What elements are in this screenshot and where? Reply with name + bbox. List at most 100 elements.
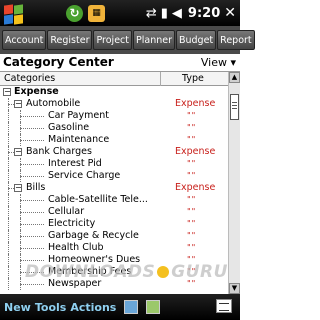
tree-line xyxy=(8,122,9,134)
tree-item-row[interactable]: Garbage & Recycle "" xyxy=(0,230,228,242)
column-divider[interactable] xyxy=(160,72,161,86)
page-title: Category Center xyxy=(3,55,114,69)
tree-line xyxy=(20,176,44,177)
new-menu[interactable]: New xyxy=(4,301,31,314)
collapse-toggle-icon[interactable]: − xyxy=(14,184,22,192)
watermark-dot-icon xyxy=(157,266,170,278)
watermark: DOWNLOADS GURU xyxy=(25,262,228,282)
category-type: Expense xyxy=(175,146,216,157)
scroll-thumb[interactable] xyxy=(230,94,239,120)
category-type: Expense xyxy=(175,182,216,193)
watermark-right-text: GURU xyxy=(171,262,228,282)
collapse-toggle-icon[interactable]: − xyxy=(3,88,11,96)
tree-line xyxy=(8,230,9,242)
tree-item-row[interactable]: Cellular "" xyxy=(0,206,228,218)
category-type: "" xyxy=(187,219,197,228)
tab-register[interactable]: Register xyxy=(47,30,93,50)
tree-line xyxy=(20,248,44,249)
tree-line xyxy=(8,134,9,146)
sync-icon[interactable]: ↻ xyxy=(66,4,83,22)
column-categories[interactable]: Categories xyxy=(4,73,55,84)
category-label: Automobile xyxy=(26,98,81,109)
category-type: "" xyxy=(187,123,197,132)
tree-item-row[interactable]: Car Payment "" xyxy=(0,110,228,122)
tools-menu[interactable]: Tools xyxy=(35,301,66,314)
collapse-toggle-icon[interactable]: − xyxy=(14,100,22,108)
category-label: Electricity xyxy=(48,218,96,229)
category-type: "" xyxy=(187,111,197,120)
tree-item-row[interactable]: Health Club "" xyxy=(0,242,228,254)
tab-report[interactable]: Report xyxy=(217,30,255,50)
volume-icon[interactable]: ◀ xyxy=(172,6,182,21)
category-type: Expense xyxy=(175,98,216,109)
tab-project[interactable]: Project xyxy=(93,30,132,50)
tree-line xyxy=(8,194,9,206)
category-label: Car Payment xyxy=(48,110,109,121)
menu-bar: New Tools Actions xyxy=(0,294,240,320)
category-label: Bills xyxy=(26,182,46,193)
tree-item-row[interactable]: Service Charge "" xyxy=(0,170,228,182)
category-type: "" xyxy=(187,171,197,180)
tree-item-row[interactable]: Interest Pid "" xyxy=(0,158,228,170)
toolbar-search-icon[interactable] xyxy=(146,300,161,314)
tab-planner[interactable]: Planner xyxy=(133,30,175,50)
tree-line xyxy=(20,140,44,141)
header: Category Center View ▾ xyxy=(0,54,240,72)
column-type[interactable]: Type xyxy=(182,73,204,84)
tree-group-row[interactable]: − Bank Charges Expense xyxy=(0,146,228,158)
tree-line xyxy=(20,116,44,117)
collapse-toggle-icon[interactable]: − xyxy=(14,148,22,156)
scroll-down-button[interactable]: ▼ xyxy=(229,283,240,294)
actions-menu[interactable]: Actions xyxy=(70,301,116,314)
category-label: Interest Pid xyxy=(48,158,102,169)
tab-budget[interactable]: Budget xyxy=(175,30,217,50)
tree-item-row[interactable]: Gasoline "" xyxy=(0,122,228,134)
signal-icon[interactable]: ▮ xyxy=(161,6,168,21)
tree-line xyxy=(20,224,44,225)
tree-group-row[interactable]: − Bills Expense xyxy=(0,182,228,194)
tree-line xyxy=(8,218,9,230)
tree-line xyxy=(8,206,9,218)
category-label: Cable-Satellite Tele... xyxy=(48,194,148,205)
keyboard-icon[interactable] xyxy=(216,299,232,313)
category-label: Cellular xyxy=(48,206,85,217)
clock[interactable]: 9:20 xyxy=(188,6,220,21)
view-menu[interactable]: View ▾ xyxy=(201,56,236,69)
vertical-scrollbar[interactable]: ▲ ▼ xyxy=(228,72,240,294)
toolbar-edit-icon[interactable] xyxy=(124,300,139,314)
tree-line xyxy=(20,200,44,201)
status-bar: ↻ ▦ ⇄ ▮ ◀ 9:20 ✕ xyxy=(0,0,240,26)
tree-line xyxy=(20,284,44,285)
tree-item-row[interactable]: Cable-Satellite Tele... "" xyxy=(0,194,228,206)
watermark-left-text: DOWNLOADS xyxy=(25,262,156,282)
category-label: Service Charge xyxy=(48,170,121,181)
column-header: Categories Type xyxy=(0,72,228,86)
category-label: Maintenance xyxy=(48,134,110,145)
chevron-down-icon: ▾ xyxy=(230,56,236,69)
tree-item-row[interactable]: Electricity "" xyxy=(0,218,228,230)
category-label: Bank Charges xyxy=(26,146,92,157)
tab-account[interactable]: Account xyxy=(2,30,47,50)
tree-line xyxy=(8,266,9,278)
connectivity-icon[interactable]: ⇄ xyxy=(146,6,157,21)
scroll-up-button[interactable]: ▲ xyxy=(229,72,240,83)
tree-line xyxy=(20,212,44,213)
calendar-icon[interactable]: ▦ xyxy=(88,4,105,22)
tree-line xyxy=(20,164,44,165)
tree-line xyxy=(8,170,9,182)
tree-root-row[interactable]: − Expense xyxy=(0,86,228,98)
category-label: Expense xyxy=(14,86,59,97)
category-type: "" xyxy=(187,231,197,240)
tree-item-row[interactable]: Maintenance "" xyxy=(0,134,228,146)
tree-line xyxy=(8,158,9,170)
tree-line xyxy=(8,278,9,290)
close-icon[interactable]: ✕ xyxy=(224,5,236,21)
category-type: "" xyxy=(187,243,197,252)
category-type: "" xyxy=(187,195,197,204)
tree-line xyxy=(8,110,9,122)
windows-start-icon[interactable] xyxy=(2,2,24,25)
category-type: "" xyxy=(187,207,197,216)
tree-line xyxy=(8,254,9,266)
tree-group-row[interactable]: − Automobile Expense xyxy=(0,98,228,110)
category-label: Health Club xyxy=(48,242,104,253)
